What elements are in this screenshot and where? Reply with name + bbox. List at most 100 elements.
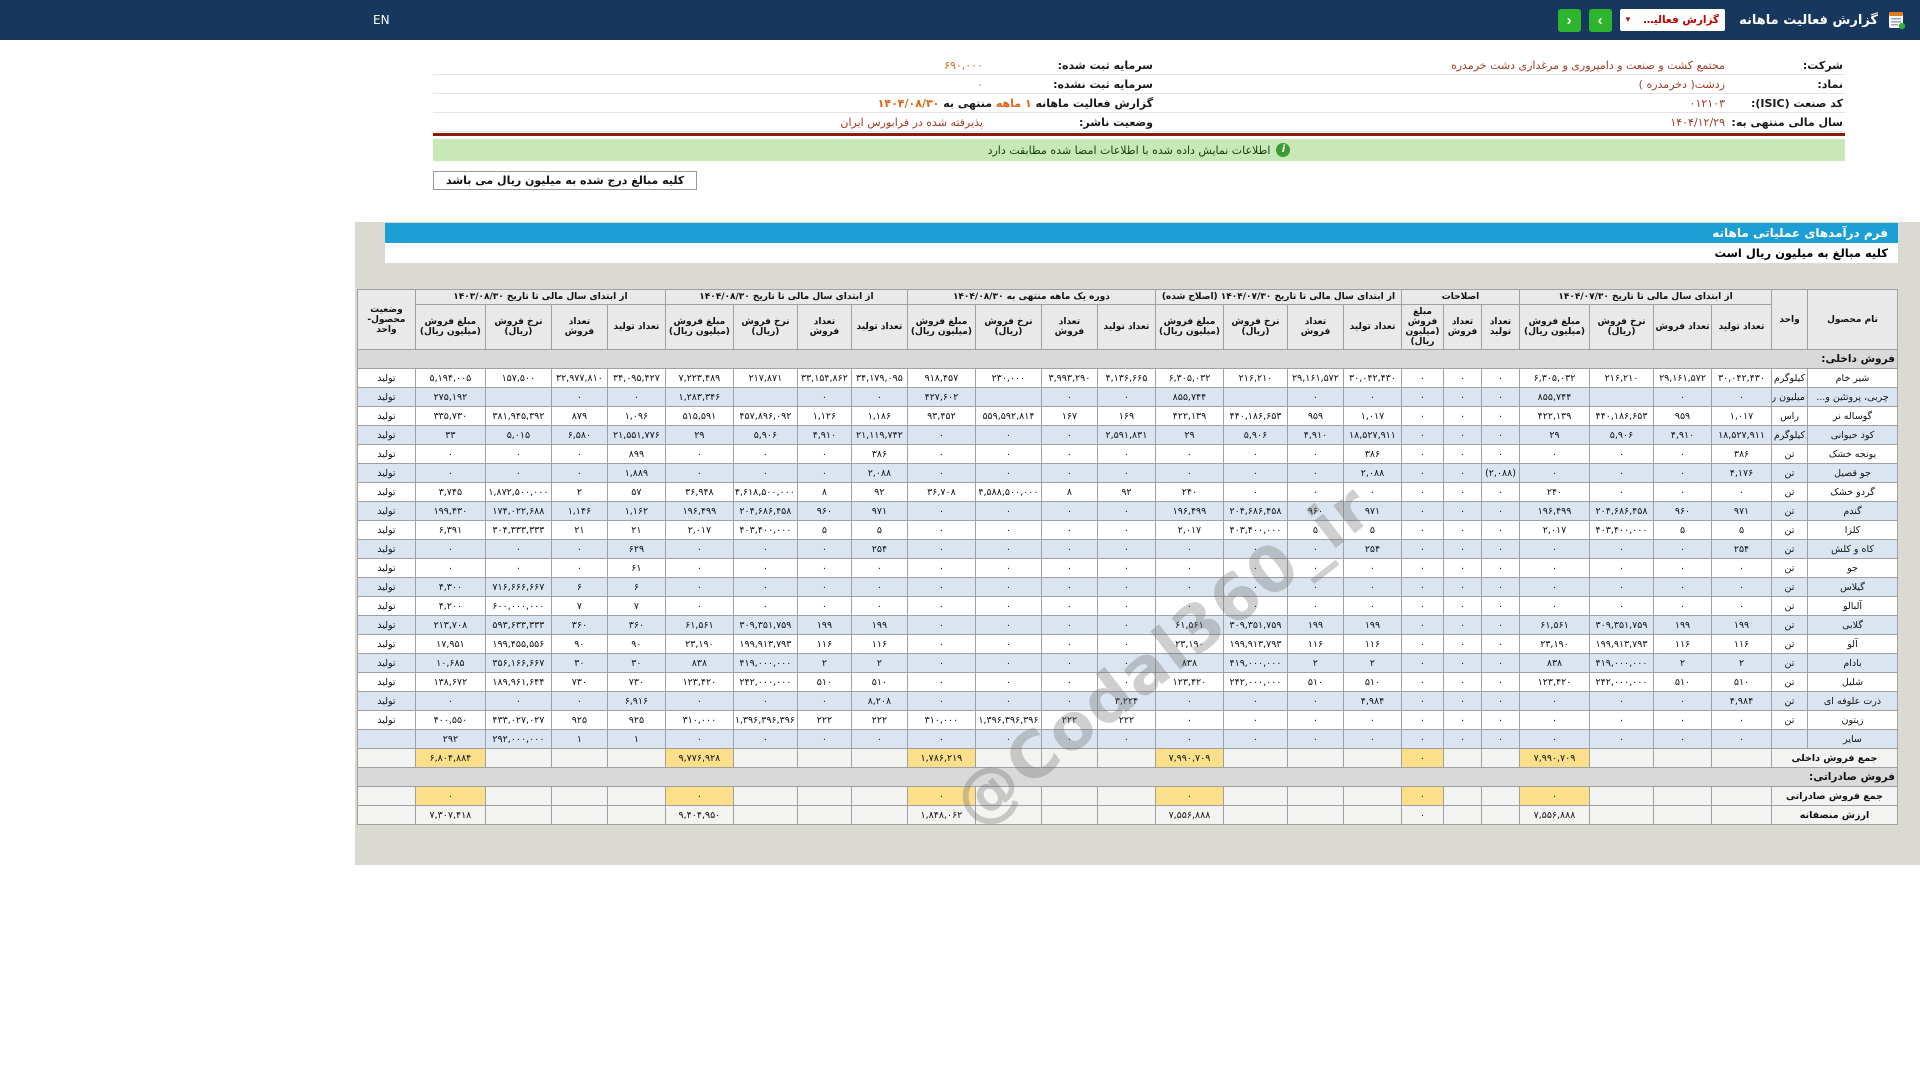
cell: ۹۶۰ xyxy=(1287,502,1343,521)
product-status: تولید xyxy=(357,388,415,407)
cell: ۹۲۵ xyxy=(607,711,665,730)
table-row: گردو خشکتن۰۰۰۲۴۰۰۰۰۰۰۰۲۴۰۹۲۸۴,۵۸۸,۵۰۰,۰۰… xyxy=(357,483,1897,502)
cell: ۹۰ xyxy=(607,635,665,654)
cell: ۰ xyxy=(1097,597,1155,616)
cell: ۲۱,۱۱۹,۷۴۲ xyxy=(851,426,907,445)
cell: ۹۶۰ xyxy=(797,502,851,521)
total-row: جمع فروش داخلی۷,۹۹۰,۷۰۹۰۷,۹۹۰,۷۰۹۱,۷۸۶,۲… xyxy=(357,749,1897,768)
cell: ۹۳,۴۵۲ xyxy=(907,407,975,426)
cell: ۰ xyxy=(1401,654,1443,673)
product-name: آلو xyxy=(1808,635,1898,654)
product-status: تولید xyxy=(357,692,415,711)
col-sub-2-0: تعداد تولید xyxy=(1343,305,1401,350)
cell: ۰ xyxy=(907,692,975,711)
cell: ۵ xyxy=(851,521,907,540)
cell: ۰ xyxy=(1401,711,1443,730)
cell: ۳۵۶,۱۶۶,۶۶۷ xyxy=(485,654,551,673)
col-sub-0-3: مبلغ فروش (میلیون ریال) xyxy=(1520,305,1590,350)
product-status: تولید xyxy=(357,540,415,559)
cell: ۵,۹۰۶ xyxy=(733,426,797,445)
cell: ۰ xyxy=(975,521,1041,540)
cell: ۴,۵۸۸,۵۰۰,۰۰۰ xyxy=(975,483,1041,502)
cell: ۰ xyxy=(907,730,975,749)
cell: ۳۰۹,۳۵۱,۷۵۹ xyxy=(1223,616,1287,635)
cell: ۰ xyxy=(1401,540,1443,559)
amounts-unit-note: کلیه مبالغ درج شده به میلیون ریال می باش… xyxy=(433,171,697,190)
cell: ۰ xyxy=(1287,445,1343,464)
col-sub-4-3: مبلغ فروش (میلیون ریال) xyxy=(665,305,733,350)
report-type-value: گزارش فعالیت ماهانه xyxy=(1635,14,1719,26)
table-row: آلوتن۱۱۶۱۱۶۱۹۹,۹۱۳,۷۹۳۲۳,۱۹۰۰۰۰۱۱۶۱۱۶۱۹۹… xyxy=(357,635,1897,654)
cell: ۲۹ xyxy=(665,426,733,445)
fiscal-year-label: سال مالی منتهی به: xyxy=(1727,115,1845,130)
cell: ۰ xyxy=(851,730,907,749)
cell: ۱۹۹ xyxy=(1343,616,1401,635)
prev-report-button[interactable]: ‹ xyxy=(1558,9,1581,32)
product-status: تولید xyxy=(357,502,415,521)
cell: ۰ xyxy=(1401,502,1443,521)
cell: ۱,۰۱۷ xyxy=(1712,407,1772,426)
table-row: جو قصیلتن۴,۱۷۶۰۰۰(۲,۰۸۸)۰۰۲,۰۸۸۰۰۰۰۰۰۰۲,… xyxy=(357,464,1897,483)
cell: ۷۳۰ xyxy=(607,673,665,692)
cell: (۲,۰۸۸) xyxy=(1482,464,1520,483)
cell: ۱۹۹ xyxy=(851,616,907,635)
cell: ۳۰۹,۳۵۱,۷۵۹ xyxy=(1590,616,1654,635)
cell: ۱,۰۹۶ xyxy=(607,407,665,426)
cell: ۷,۵۵۶,۸۸۸ xyxy=(1155,806,1223,825)
cell: ۰ xyxy=(1223,464,1287,483)
cell: ۰ xyxy=(1097,445,1155,464)
cell: ۰ xyxy=(907,578,975,597)
cell: ۴,۹۸۴ xyxy=(1343,692,1401,711)
cell: ۰ xyxy=(1590,483,1654,502)
cell: ۰ xyxy=(1401,787,1443,806)
isic-label: کد صنعت (ISIC): xyxy=(1727,96,1845,111)
cell xyxy=(1223,787,1287,806)
cell: ۰ xyxy=(485,540,551,559)
cell: ۳۶,۹۴۸ xyxy=(665,483,733,502)
product-status: تولید xyxy=(357,673,415,692)
cell: ۱۸,۵۲۷,۹۱۱ xyxy=(1712,426,1772,445)
cell: ۰ xyxy=(1482,711,1520,730)
cell: ۶۰۰,۰۰۰,۰۰۰ xyxy=(485,597,551,616)
company-value: مجتمع کشت و صنعت و دامپروری و مرغداری دش… xyxy=(1155,58,1727,73)
table-row: شیر خامکیلوگرم۳۰,۰۴۲,۴۳۰۲۹,۱۶۱,۵۷۲۲۱۶,۲۱… xyxy=(357,369,1897,388)
cell: ۰ xyxy=(1097,654,1155,673)
col-status: وضعیت محصول-واحد xyxy=(357,290,415,350)
cell: ۰ xyxy=(1444,369,1482,388)
cell: ۰ xyxy=(551,559,607,578)
cell: ۱,۸۴۸,۰۶۲ xyxy=(907,806,975,825)
cell: ۰ xyxy=(1482,654,1520,673)
language-toggle[interactable]: EN xyxy=(369,13,390,27)
cell: ۰ xyxy=(1223,559,1287,578)
cell: ۲۱۶,۲۱۰ xyxy=(1590,369,1654,388)
cell: ۰ xyxy=(1444,502,1482,521)
cell: ۰ xyxy=(1041,521,1097,540)
cell: ۰ xyxy=(1287,388,1343,407)
cell: ۰ xyxy=(975,559,1041,578)
table-row: سایر۰۰۰۰۰۰۰۰۰۰۰۰۰۰۰۰۰۰۰۱۱۲۹۲,۰۰۰,۰۰۰۲۹۲ xyxy=(357,730,1897,749)
table-row: ذرت علوفه ایتن۴,۹۸۴۰۰۰۰۰۰۴,۹۸۴۰۰۰۳,۲۲۴۰۰… xyxy=(357,692,1897,711)
cell: ۰ xyxy=(1343,711,1401,730)
product-name: یونجه خشک xyxy=(1808,445,1898,464)
signed-info-banner: i اطلاعات نمایش داده شده با اطلاعات امضا… xyxy=(433,139,1845,161)
next-report-button[interactable]: › xyxy=(1589,9,1612,32)
cell: ۰ xyxy=(1590,597,1654,616)
cell: ۰ xyxy=(1444,616,1482,635)
main-report-section: فرم درآمدهای عملیاتی ماهانه کلیه مبالغ ب… xyxy=(355,222,1920,865)
cell: ۰ xyxy=(1343,388,1401,407)
cell: ۲۵۴ xyxy=(1712,540,1772,559)
product-name: چربی، پروتئین و... xyxy=(1808,388,1898,407)
info-row-1: شرکت: مجتمع کشت و صنعت و دامپروری و مرغد… xyxy=(433,56,1845,75)
cell xyxy=(733,787,797,806)
cell: ۱۷۴,۰۲۲,۶۸۸ xyxy=(485,502,551,521)
cell: ۰ xyxy=(907,673,975,692)
report-type-select[interactable]: گزارش فعالیت ماهانه ▾ xyxy=(1620,9,1726,31)
cell: ۰ xyxy=(1654,388,1712,407)
info-row-3: کد صنعت (ISIC): ۰۱۲۱۰۳ گزارش فعالیت ماها… xyxy=(433,94,1845,113)
product-name: گیلاس xyxy=(1808,578,1898,597)
cell: ۰ xyxy=(665,540,733,559)
cell xyxy=(851,806,907,825)
cell: ۱۱۶ xyxy=(1343,635,1401,654)
cell: ۶,۳۰۵,۰۳۲ xyxy=(1520,369,1590,388)
cell: ۱۰,۶۸۵ xyxy=(415,654,485,673)
